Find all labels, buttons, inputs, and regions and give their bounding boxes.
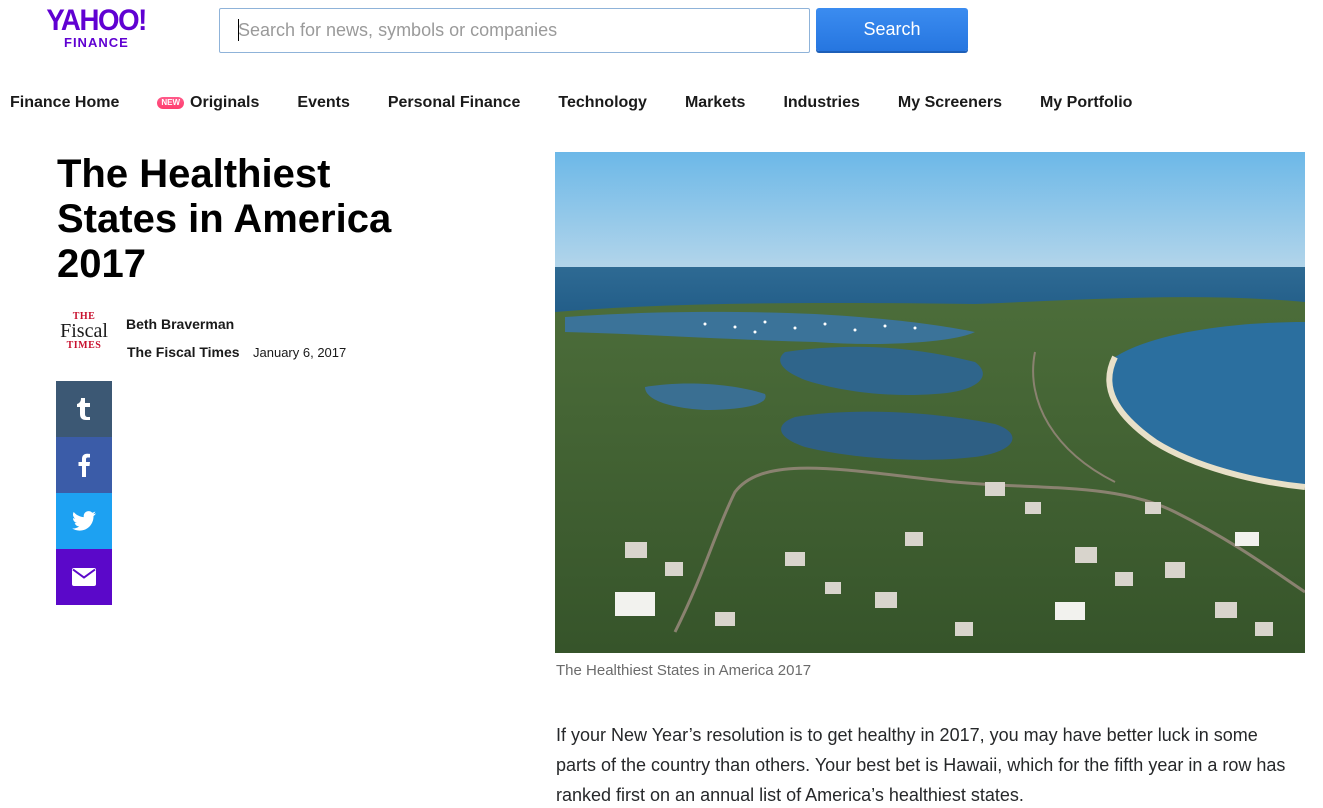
- nav-item-my-portfolio[interactable]: My Portfolio: [1040, 94, 1132, 112]
- nav-item-label: My Portfolio: [1039, 94, 1133, 111]
- source-logo-line2: Fiscal: [60, 320, 108, 342]
- author-name[interactable]: Beth Braverman: [126, 316, 234, 332]
- search-input[interactable]: [219, 8, 810, 53]
- nav-item-events[interactable]: Events: [297, 94, 349, 112]
- logo-subtitle: FINANCE: [64, 35, 129, 50]
- main-nav: Finance Home NEW Originals Events Persona…: [10, 92, 1170, 114]
- nav-item-label: Technology: [558, 94, 647, 111]
- article-hero-image[interactable]: [555, 152, 1305, 653]
- share-twitter-button[interactable]: [56, 493, 112, 549]
- nav-item-label: Industries: [783, 94, 860, 111]
- new-badge: NEW: [157, 97, 185, 109]
- publisher-name[interactable]: The Fiscal Times: [127, 344, 240, 360]
- publish-date: January 6, 2017: [253, 345, 347, 360]
- share-facebook-button[interactable]: [56, 437, 112, 493]
- aerial-coast-photo: [555, 152, 1305, 653]
- nav-item-technology[interactable]: Technology: [558, 94, 647, 112]
- nav-item-label: Originals: [190, 94, 260, 111]
- nav-item-label: Markets: [684, 94, 746, 111]
- facebook-icon: [78, 453, 90, 477]
- nav-item-finance-home[interactable]: Finance Home: [10, 94, 119, 112]
- nav-item-originals[interactable]: NEW Originals: [157, 94, 259, 112]
- nav-item-label: My Screeners: [897, 94, 1002, 111]
- nav-item-label: Finance Home: [10, 94, 120, 111]
- image-caption: The Healthiest States in America 2017: [556, 662, 812, 679]
- text-caret: [238, 19, 239, 41]
- mail-icon: [72, 568, 96, 586]
- nav-item-markets[interactable]: Markets: [685, 94, 745, 112]
- yahoo-finance-logo[interactable]: YAHOO! FINANCE: [41, 6, 161, 54]
- share-tumblr-button[interactable]: [56, 381, 112, 437]
- article-body-paragraph: If your New Year’s resolution is to get …: [556, 725, 1286, 805]
- source-logo[interactable]: THE Fiscal TIMES: [56, 312, 112, 358]
- share-bar: [56, 381, 112, 605]
- nav-item-personal-finance[interactable]: Personal Finance: [388, 94, 521, 112]
- logo-wordmark: YAHOO!: [46, 4, 147, 37]
- nav-item-label: Events: [297, 94, 350, 111]
- nav-item-label: Personal Finance: [387, 94, 521, 111]
- article-title: The Healthiest States in America 2017: [57, 152, 392, 286]
- nav-item-industries[interactable]: Industries: [783, 94, 859, 112]
- twitter-icon: [72, 511, 96, 531]
- tumblr-icon: [77, 398, 90, 420]
- search-button[interactable]: Search: [816, 8, 968, 51]
- nav-item-my-screeners[interactable]: My Screeners: [898, 94, 1002, 112]
- share-mail-button[interactable]: [56, 549, 112, 605]
